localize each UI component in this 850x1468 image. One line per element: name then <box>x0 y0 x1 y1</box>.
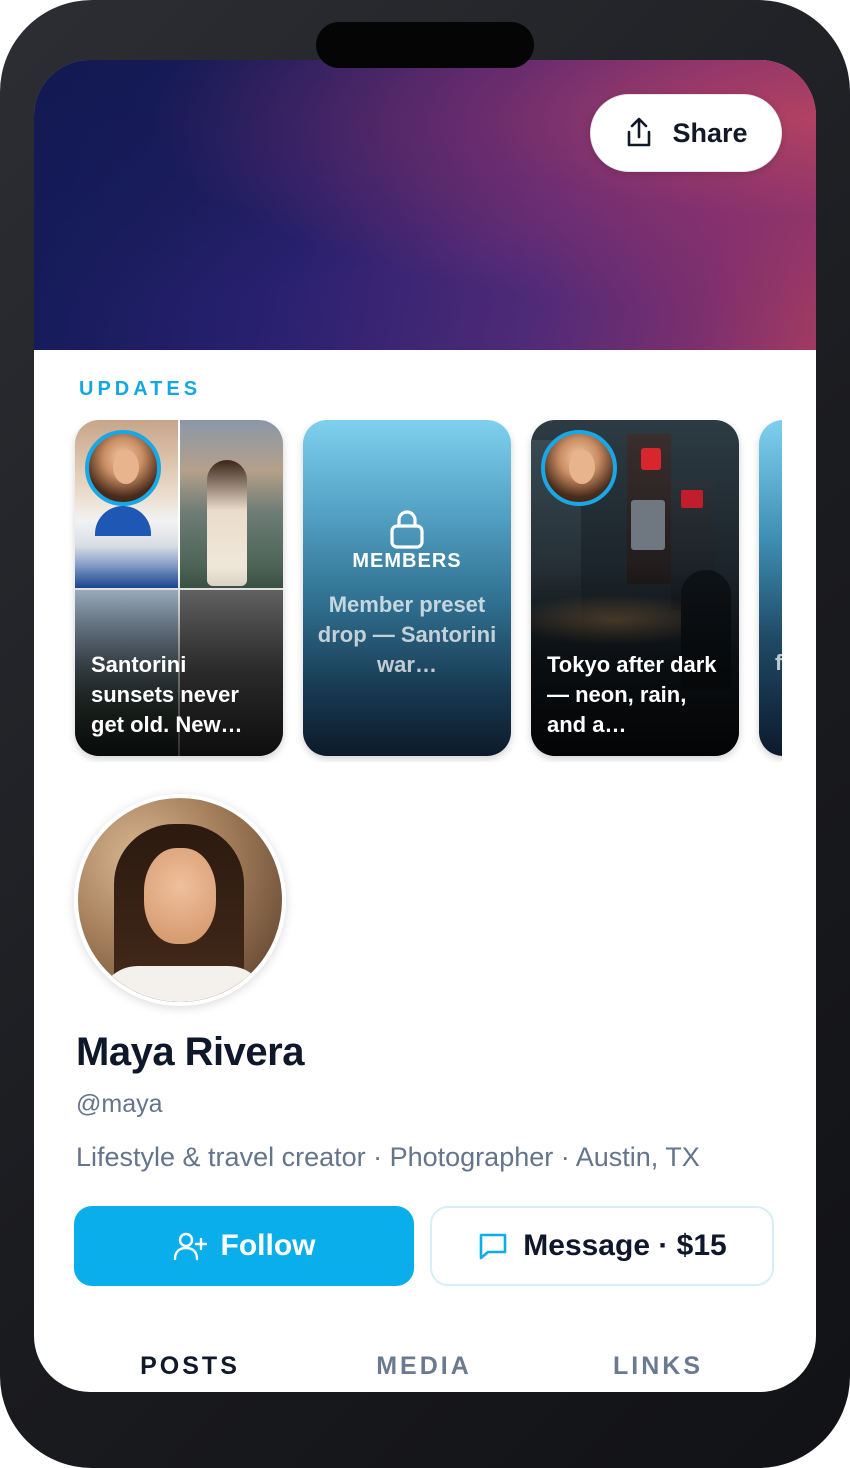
chat-bubble-icon <box>479 1233 507 1260</box>
add-user-icon <box>173 1232 207 1261</box>
profile-screen: Share UPDATES Santorini sunsets never ge… <box>34 60 816 1392</box>
follow-button[interactable]: Follow <box>74 1206 414 1286</box>
follow-label: Follow <box>220 1229 316 1262</box>
lock-icon <box>390 510 424 549</box>
message-button[interactable]: Message · $15 <box>430 1206 774 1286</box>
tab-media[interactable]: MEDIA <box>334 1352 514 1381</box>
profile-handle: @maya <box>76 1090 163 1118</box>
story-caption: Member preset drop — Santorini war… <box>317 592 497 677</box>
tab-posts[interactable]: POSTS <box>100 1352 280 1381</box>
phone-frame: Share UPDATES Santorini sunsets never ge… <box>0 0 850 1468</box>
camera-notch <box>316 22 534 68</box>
profile-name: Maya Rivera <box>76 1030 304 1074</box>
story-card-partial[interactable]: f <box>759 420 782 756</box>
story-card-tokyo[interactable]: Tokyo after dark — neon, rain, and a… <box>531 420 739 756</box>
story-card-members-locked[interactable]: MEMBERS Member preset drop — Santorini w… <box>303 420 511 756</box>
share-upload-icon <box>628 117 651 147</box>
tab-links[interactable]: LINKS <box>568 1352 748 1381</box>
profile-bio: Lifestyle & travel creator · Photographe… <box>76 1142 700 1172</box>
updates-section-label: UPDATES <box>79 378 202 400</box>
story-caption: Tokyo after dark — neon, rain, and a… <box>547 652 717 737</box>
profile-avatar[interactable] <box>74 794 286 1006</box>
story-card-santorini[interactable]: Santorini sunsets never get old. New… <box>75 420 283 756</box>
share-label: Share <box>672 117 748 148</box>
share-button[interactable]: Share <box>590 94 782 172</box>
members-badge: MEMBERS <box>352 550 462 572</box>
story-caption: Santorini sunsets never get old. New… <box>91 652 243 737</box>
message-label: Message · $15 <box>523 1229 727 1262</box>
cover-banner: Share <box>34 60 816 350</box>
story-author-avatar <box>541 430 617 506</box>
story-caption: f <box>775 650 782 675</box>
story-author-avatar <box>85 430 161 506</box>
profile-tabs: POSTS MEDIA LINKS <box>34 1340 816 1392</box>
updates-carousel[interactable]: Santorini sunsets never get old. New… ME… <box>68 420 782 762</box>
